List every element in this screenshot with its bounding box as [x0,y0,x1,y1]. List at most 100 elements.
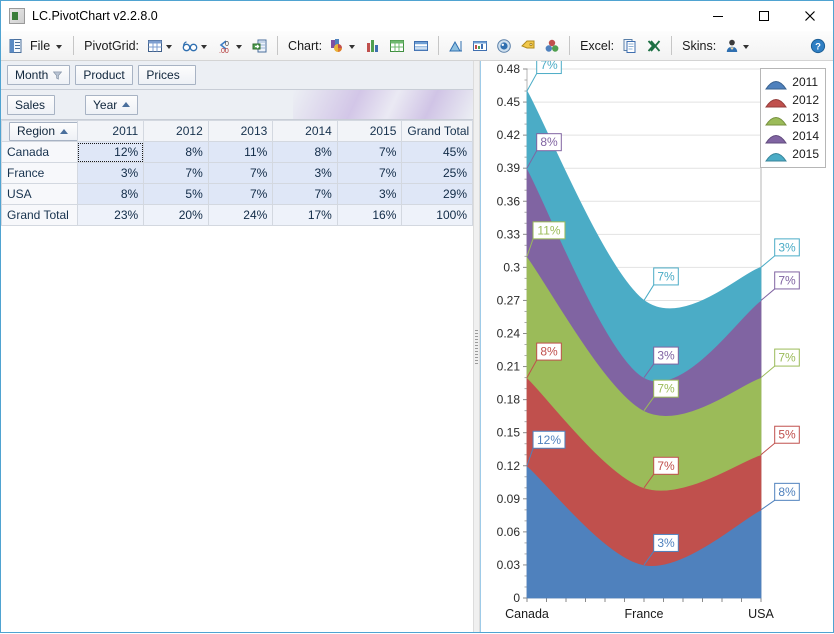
data-table-icon [473,40,488,51]
help-button[interactable]: ? [807,33,829,58]
pivotgrid-group-label: PivotGrid: [84,38,140,53]
svg-text:0: 0 [225,41,229,48]
column-header-2015[interactable]: 2015 [336,120,403,142]
cell-canada-2012[interactable]: 8% [143,141,209,163]
filter-field-prices[interactable]: Prices [138,65,197,85]
cell-france-2013[interactable]: 7% [207,162,274,184]
cell-france-2011[interactable]: 3% [76,162,145,184]
cell-total-grand-total[interactable]: 100% [401,204,473,226]
chart-bar-button[interactable] [362,33,384,58]
legend-item-2014[interactable]: 2014 [765,127,819,145]
chart-grid-button[interactable] [386,33,408,58]
cell-total-2013[interactable]: 24% [207,204,274,226]
legend-item-2015[interactable]: 2015 [765,145,819,163]
cell-usa-2011[interactable]: 8% [76,183,145,205]
chevron-down-icon [166,44,173,49]
document-menu-icon [9,38,22,53]
pivotgrid-decimals-button[interactable]: 0 .00 [214,33,247,58]
column-header-grand-total[interactable]: Grand Total [401,120,473,142]
column-field-year[interactable]: Year [85,94,139,115]
y-tick-label: 0.03 [497,558,521,572]
chevron-down-icon [201,44,208,49]
chart-group-label: Chart: [288,38,323,53]
chevron-down-icon [349,44,356,49]
label-leader-line [760,365,776,378]
maximize-icon [759,10,769,21]
cell-france-2014[interactable]: 3% [272,162,338,184]
legend-swatch-icon [765,134,788,143]
cell-france-2012[interactable]: 7% [143,162,209,184]
cell-france-2015[interactable]: 7% [336,162,403,184]
skins-dropdown-button[interactable] [721,33,754,58]
chart-area-button[interactable] [445,33,467,58]
cell-total-2011[interactable]: 23% [76,204,145,226]
chart-datatable-button[interactable] [469,33,491,58]
data-label-2012-USA: 5% [778,428,796,442]
row-field-region[interactable]: Region [9,121,77,141]
pivotgrid-export-button[interactable] [249,33,271,58]
table-row-grand-total: Grand Total 23% 20% 24% 17% 16% 100% [1,204,473,226]
legend-swatch-icon [765,152,788,161]
column-header-2012[interactable]: 2012 [143,120,209,142]
svg-text:?: ? [815,41,821,52]
area-chart-icon [449,40,463,51]
cell-usa-2014[interactable]: 7% [272,183,338,205]
toolbar-separator [277,36,279,55]
chart-tag-button[interactable] [517,33,539,58]
cell-total-2012[interactable]: 20% [143,204,209,226]
column-header-2014[interactable]: 2014 [272,120,338,142]
pane-splitter[interactable] [473,61,480,632]
cell-total-2015[interactable]: 16% [336,204,403,226]
y-tick-label: 0.21 [497,360,521,374]
row-field-corner: Region [1,120,78,142]
chart-series-button[interactable] [541,33,563,58]
window-controls [695,1,833,30]
cell-canada-2013[interactable]: 11% [207,141,274,163]
excel-export-button[interactable] [643,33,665,58]
chart-type-button[interactable] [327,33,360,58]
y-tick-label: 0.12 [497,459,521,473]
row-header-france[interactable]: France [1,162,78,184]
column-field-year-label: Year [93,97,118,112]
row-header-grand-total[interactable]: Grand Total [1,204,78,226]
cell-canada-2014[interactable]: 8% [272,141,338,163]
decorative-sheen [293,90,473,119]
table-header-row: Region 2011 2012 2013 2014 2015 Grand To… [1,120,473,142]
person-skin-icon [726,39,738,52]
row-header-canada[interactable]: Canada [1,141,78,163]
data-label-2011-France: 3% [657,536,675,550]
cell-usa-2012[interactable]: 5% [143,183,209,205]
y-tick-label: 0.36 [497,194,521,208]
excel-copy-button[interactable] [619,33,641,58]
cell-usa-2013[interactable]: 7% [207,183,274,205]
data-label-2012-France: 7% [657,459,675,473]
x-category-label-France: France [625,607,664,621]
chart-stripes-button[interactable] [410,33,432,58]
column-header-2013[interactable]: 2013 [207,120,274,142]
cell-canada-2015[interactable]: 7% [336,141,403,163]
filter-field-month[interactable]: Month [7,65,71,85]
maximize-button[interactable] [741,1,787,30]
filter-field-prices-label: Prices [146,68,180,82]
pivotgrid-view-button[interactable] [179,33,212,58]
cell-france-grand-total[interactable]: 25% [401,162,473,184]
row-header-usa[interactable]: USA [1,183,78,205]
minimize-button[interactable] [695,1,741,30]
cell-total-2014[interactable]: 17% [272,204,338,226]
chart-palette-button[interactable] [493,33,515,58]
title-bar: LC.PivotChart v2.2.8.0 [1,1,833,31]
data-field-sales[interactable]: Sales [7,94,55,115]
legend-item-2012[interactable]: 2012 [765,91,819,109]
cell-canada-2011[interactable]: 12% [76,141,145,163]
file-menu-button[interactable]: File [5,33,67,58]
legend-item-2013[interactable]: 2013 [765,109,819,127]
column-header-2011[interactable]: 2011 [76,120,145,142]
legend-item-2011[interactable]: 2011 [765,73,819,91]
cell-canada-grand-total[interactable]: 45% [401,141,473,163]
pivotgrid-layout-button[interactable] [144,33,177,58]
filter-field-product[interactable]: Product [75,65,134,85]
decimal-places-icon: 0 .00 [219,39,229,54]
cell-usa-grand-total[interactable]: 29% [401,183,473,205]
cell-usa-2015[interactable]: 3% [336,183,403,205]
close-button[interactable] [787,1,833,30]
